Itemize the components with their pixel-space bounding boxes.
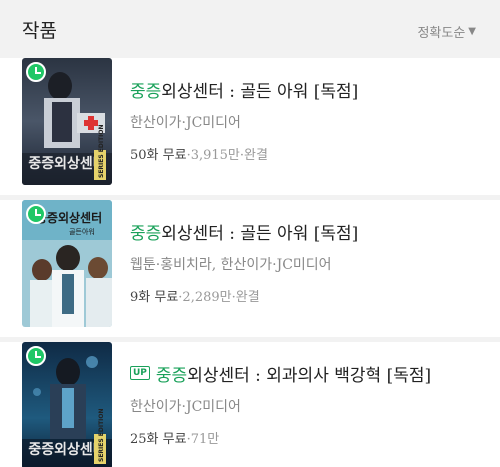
free-episodes: 25화 무료 (130, 432, 187, 447)
header: 작품 정확도순 ▼ (0, 0, 500, 58)
cover-badge-text: SERIES EDITION (98, 408, 105, 462)
title-highlight: 중증 (155, 365, 188, 386)
item-title[interactable]: 중증 외상센터 : 골든 아워 [독점] (130, 218, 490, 244)
free-episodes: 9화 무료 (130, 290, 179, 305)
cover-badge-text: SERIES EDITION (98, 124, 105, 178)
list-item[interactable]: 중증외상센터 SERIES EDITION 중증 외상센터 : 골든 아워 [독… (0, 58, 500, 195)
item-author: 한산이가·JC미디어 (130, 399, 241, 415)
item-author: 한산이가·JC미디어 (130, 115, 241, 131)
views-status: ·3,915만·완결 (186, 148, 268, 163)
free-episodes: 50화 무료 (130, 148, 187, 163)
item-info: UP 중증 외상센터 : 외과의사 백강혁 [독점] 한산이가·JC미디어 25… (130, 360, 490, 447)
title-text: 외상센터 : 골든 아워 [독점] (161, 81, 359, 102)
sort-label: 정확도순 (417, 26, 466, 41)
title-highlight: 중증 (130, 223, 162, 244)
clock-icon (26, 346, 46, 366)
up-badge: UP (130, 366, 150, 380)
list-item[interactable]: 중증외상센터 SERIES EDITION UP 중증 외상센터 : 외과의사 … (0, 342, 500, 467)
views-status: ·71만 (186, 432, 220, 447)
title-text: 외상센터 : 외과의사 백강혁 [독점] (187, 365, 432, 386)
triangle-down-icon: ▼ (468, 26, 476, 37)
item-info: 중증 외상센터 : 골든 아워 [독점] 웹툰·홍비치라, 한산이가·JC미디어… (130, 218, 490, 306)
title-text: 외상센터 : 골든 아워 [독점] (161, 223, 359, 244)
item-info: 중증 외상센터 : 골든 아워 [독점] 한산이가·JC미디어 50화 무료·3… (130, 76, 490, 164)
cover-thumbnail[interactable]: 중증외상센터 SERIES EDITION (22, 342, 112, 467)
item-meta: 50화 무료·3,915만·완결 (130, 144, 490, 163)
clock-icon (26, 204, 46, 224)
item-title[interactable]: 중증 외상센터 : 골든 아워 [독점] (130, 76, 490, 102)
title-highlight: 중증 (130, 81, 162, 102)
cover-subtitle-text: 골든아워 (69, 227, 95, 236)
item-title[interactable]: UP 중증 외상센터 : 외과의사 백강혁 [독점] (130, 360, 490, 386)
item-meta: 25화 무료·71만 (130, 428, 490, 447)
views-status: ·2,289만·완결 (178, 290, 260, 305)
page-title: 작품 (22, 20, 57, 42)
work-list: 중증외상센터 SERIES EDITION 중증 외상센터 : 골든 아워 [독… (0, 58, 500, 467)
cover-thumbnail[interactable]: 중증외상센터 골든아워 (22, 200, 112, 327)
sort-dropdown[interactable]: 정확도순 ▼ (417, 22, 476, 41)
list-item[interactable]: 중증외상센터 골든아워 중증 외상센터 : 골든 아워 [독점] 웹툰·홍비치라… (0, 200, 500, 337)
clock-icon (26, 62, 46, 82)
cover-thumbnail[interactable]: 중증외상센터 SERIES EDITION (22, 58, 112, 185)
item-meta: 9화 무료·2,289만·완결 (130, 286, 490, 305)
item-author: 웹툰·홍비치라, 한산이가·JC미디어 (130, 257, 332, 273)
